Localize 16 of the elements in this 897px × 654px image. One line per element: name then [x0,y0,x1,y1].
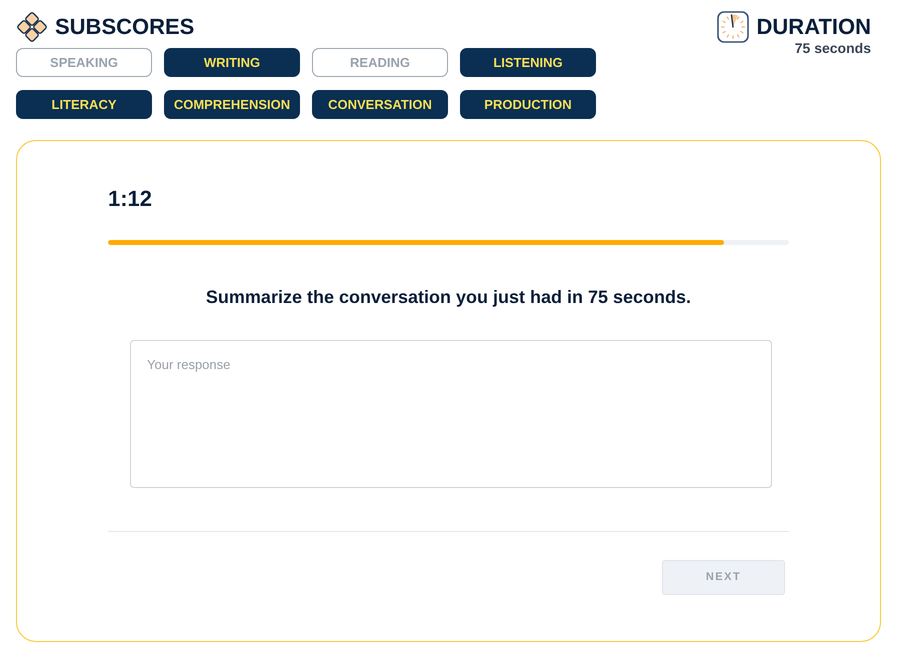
subscore-chip: CONVERSATION [312,90,448,119]
subscore-chip: LISTENING [460,48,596,77]
subscore-chip: WRITING [164,48,300,77]
countdown-timer: 1:12 [108,186,152,212]
duration-label: DURATION [756,14,871,40]
duration-value: 75 seconds [794,40,871,56]
page-title: SUBSCORES [55,14,194,40]
task-prompt: Summarize the conversation you just had in 75 seconds. [206,286,692,309]
response-field[interactable]: Your response [130,340,772,488]
timer-icon [716,11,749,43]
subscore-chip: READING [312,48,448,77]
subscore-chip: PRODUCTION [460,90,596,119]
subscore-chip: LITERACY [16,90,152,119]
subscore-chip: COMPREHENSION [164,90,300,119]
subscore-chip: SPEAKING [16,48,152,77]
logo-icon [16,11,48,43]
